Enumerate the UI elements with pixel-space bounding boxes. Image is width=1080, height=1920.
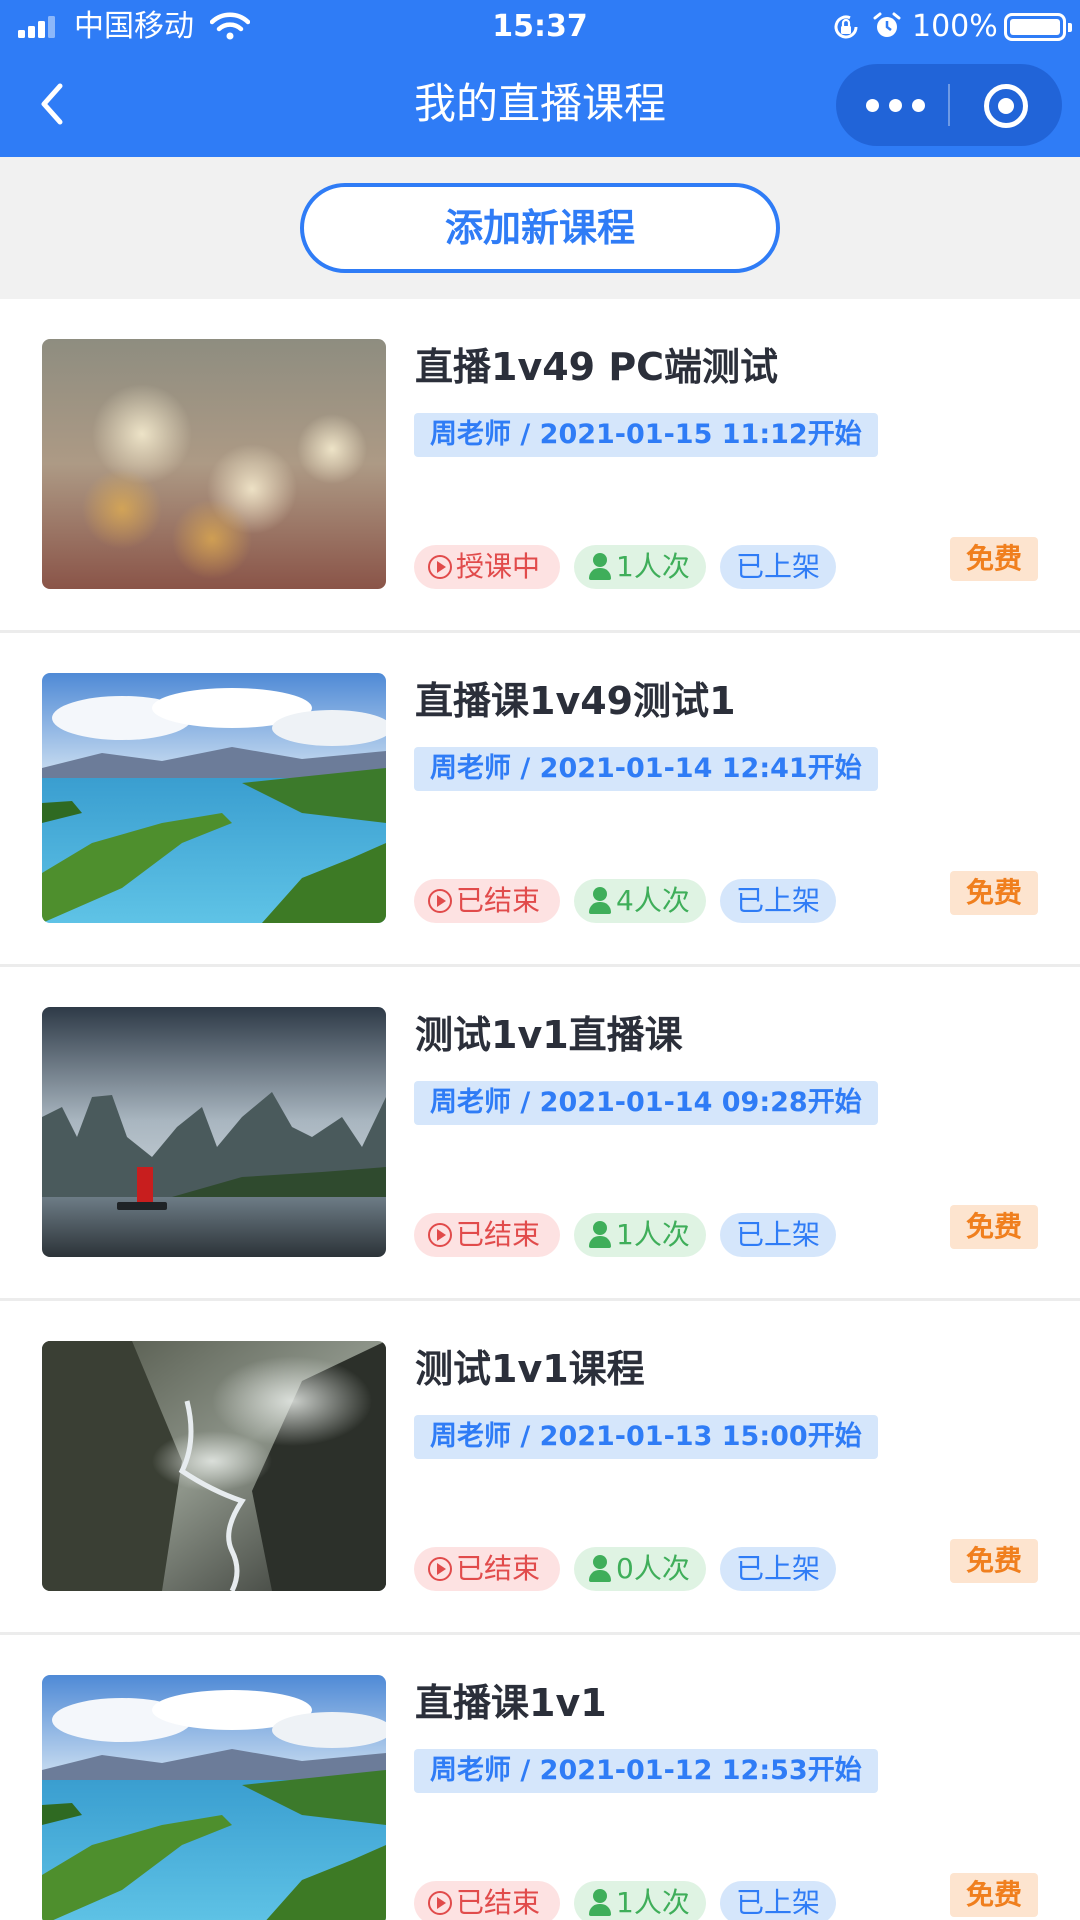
rotation-lock-icon — [834, 15, 858, 39]
course-shelf-badge: 已上架 — [720, 1547, 836, 1591]
course-item[interactable]: 测试1v1课程 周老师 / 2021-01-13 15:00开始 已结束 0人次… — [0, 1301, 1080, 1635]
course-price-badge: 免费 — [950, 1539, 1038, 1583]
course-meta: 周老师 / 2021-01-12 12:53开始 — [414, 1749, 878, 1793]
status-bar: 中国移动 15:37 100% — [0, 0, 1080, 54]
course-attendance-badge: 0人次 — [574, 1547, 706, 1591]
course-thumbnail — [42, 673, 386, 923]
course-thumbnail — [42, 1675, 386, 1920]
course-price-badge: 免费 — [950, 871, 1038, 915]
course-status-badge: 已结束 — [414, 1547, 560, 1591]
battery-percent: 100% — [912, 9, 998, 44]
course-meta: 周老师 / 2021-01-13 15:00开始 — [414, 1415, 878, 1459]
course-thumbnail — [42, 1341, 386, 1591]
play-circle-icon — [428, 1223, 452, 1247]
course-price-badge: 免费 — [950, 537, 1038, 581]
course-list: 直播1v49 PC端测试 周老师 / 2021-01-15 11:12开始 授课… — [0, 299, 1080, 1920]
person-icon — [588, 1555, 612, 1583]
course-title: 测试1v1课程 — [415, 1347, 645, 1391]
course-item[interactable]: 直播课1v49测试1 周老师 / 2021-01-14 12:41开始 已结束 … — [0, 633, 1080, 967]
course-meta: 周老师 / 2021-01-14 09:28开始 — [414, 1081, 878, 1125]
add-course-button[interactable]: 添加新课程 — [300, 183, 780, 273]
battery-icon — [1004, 13, 1072, 41]
course-price-badge: 免费 — [950, 1205, 1038, 1249]
course-meta: 周老师 / 2021-01-15 11:12开始 — [414, 413, 878, 457]
course-shelf-badge: 已上架 — [720, 545, 836, 589]
course-shelf-badge: 已上架 — [720, 879, 836, 923]
course-shelf-badge: 已上架 — [720, 1881, 836, 1920]
play-circle-icon — [428, 1891, 452, 1915]
course-status-badge: 授课中 — [414, 545, 560, 589]
course-attendance-badge: 1人次 — [574, 1213, 706, 1257]
play-circle-icon — [428, 1557, 452, 1581]
course-title: 直播1v49 PC端测试 — [415, 345, 779, 389]
course-thumbnail — [42, 339, 386, 589]
play-circle-icon — [428, 889, 452, 913]
course-title: 测试1v1直播课 — [415, 1013, 683, 1057]
course-item[interactable]: 直播1v49 PC端测试 周老师 / 2021-01-15 11:12开始 授课… — [0, 299, 1080, 633]
course-thumbnail — [42, 1007, 386, 1257]
capsule-divider — [948, 84, 950, 126]
course-shelf-badge: 已上架 — [720, 1213, 836, 1257]
course-meta: 周老师 / 2021-01-14 12:41开始 — [414, 747, 878, 791]
course-title: 直播课1v49测试1 — [415, 679, 736, 723]
more-icon[interactable] — [866, 88, 926, 122]
course-item[interactable]: 直播课1v1 周老师 / 2021-01-12 12:53开始 已结束 1人次 … — [0, 1635, 1080, 1920]
course-status-badge: 已结束 — [414, 1213, 560, 1257]
person-icon — [588, 1889, 612, 1917]
course-status-badge: 已结束 — [414, 879, 560, 923]
play-circle-icon — [428, 555, 452, 579]
person-icon — [588, 1221, 612, 1249]
course-attendance-badge: 4人次 — [574, 879, 706, 923]
course-status-badge: 已结束 — [414, 1881, 560, 1920]
course-item[interactable]: 测试1v1直播课 周老师 / 2021-01-14 09:28开始 已结束 1人… — [0, 967, 1080, 1301]
add-course-area: 添加新课程 — [0, 157, 1080, 299]
course-price-badge: 免费 — [950, 1873, 1038, 1917]
person-icon — [588, 553, 612, 581]
target-icon[interactable] — [984, 84, 1028, 128]
person-icon — [588, 887, 612, 915]
top-bar: 中国移动 15:37 100% 我的直播课程 — [0, 0, 1080, 157]
course-title: 直播课1v1 — [415, 1681, 607, 1725]
course-attendance-badge: 1人次 — [574, 545, 706, 589]
mini-program-capsule — [836, 64, 1062, 146]
course-attendance-badge: 1人次 — [574, 1881, 706, 1920]
alarm-icon — [873, 12, 901, 37]
